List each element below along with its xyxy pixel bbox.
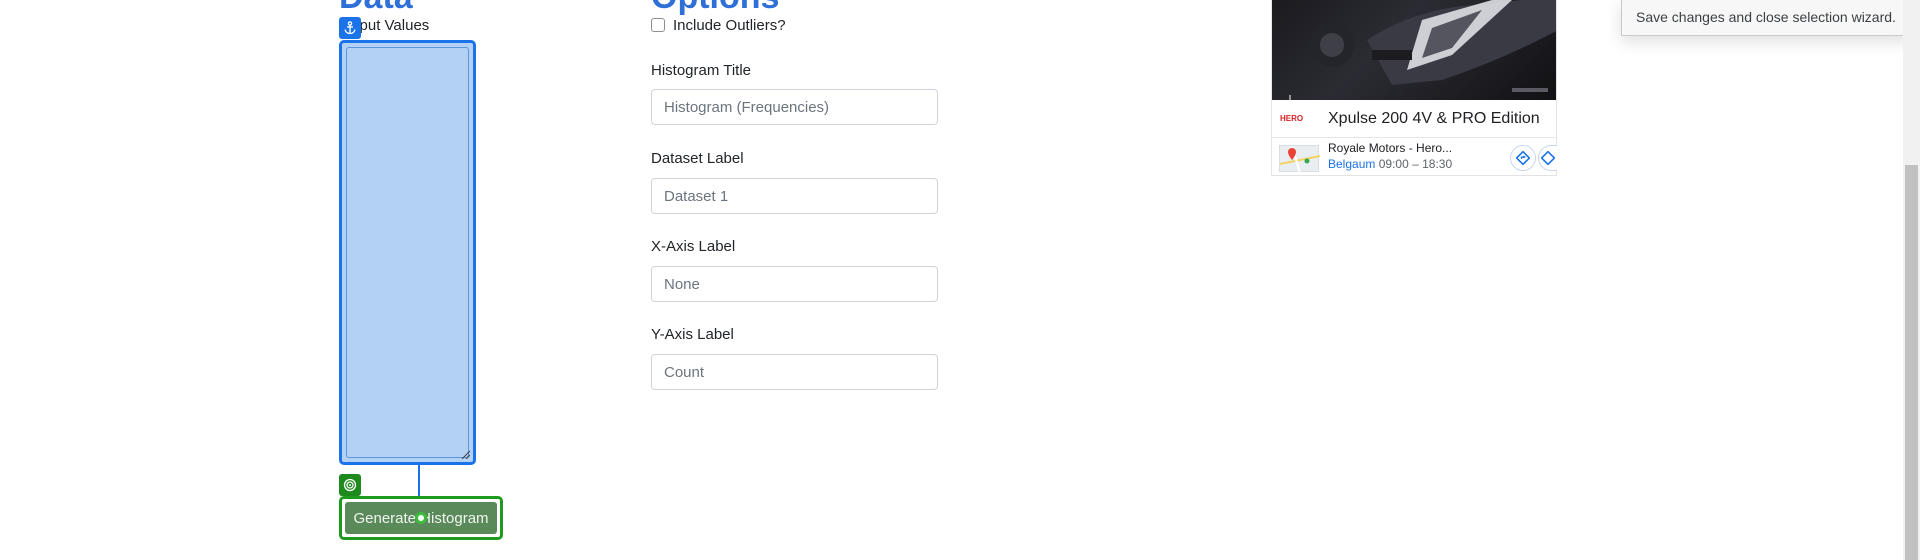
ad-image[interactable] [1272, 0, 1556, 100]
x-axis-label-input[interactable]: None [651, 266, 938, 302]
dealer-name[interactable]: Royale Motors - Hero... [1328, 141, 1452, 155]
histogram-title-label: Histogram Title [651, 62, 752, 79]
ad-title-row[interactable]: HERO Xpulse 200 4V & PRO Edition [1272, 100, 1556, 138]
include-outliers-checkbox[interactable] [651, 18, 665, 32]
dataset-label-label: Dataset Label [651, 150, 744, 167]
hero-logo: HERO [1280, 114, 1304, 123]
include-outliers-label: Include Outliers? [673, 17, 786, 34]
target-icon[interactable] [339, 474, 361, 496]
input-values-field[interactable] [346, 47, 469, 458]
directions-icon[interactable] [1510, 145, 1536, 171]
cursor-marker-icon [415, 512, 427, 524]
y-axis-label-label: Y-Axis Label [651, 326, 734, 343]
dataset-label-input[interactable]: Dataset 1 [651, 178, 938, 214]
dealer-meta: Belgaum 09:00 – 18:30 [1328, 157, 1452, 171]
y-axis-label-input[interactable]: Count [651, 354, 938, 390]
ad-title[interactable]: Xpulse 200 4V & PRO Edition [1328, 110, 1540, 128]
dealer-city[interactable]: Belgaum [1328, 157, 1375, 171]
data-heading: Data [339, 0, 413, 17]
anchor-icon[interactable] [339, 17, 361, 39]
options-heading: Options [651, 0, 779, 17]
selection-connector [418, 465, 420, 498]
x-axis-label-label: X-Axis Label [651, 238, 736, 255]
resize-handle-icon[interactable] [460, 449, 470, 459]
map-thumbnail[interactable] [1279, 145, 1321, 174]
scrollbar-thumb[interactable] [1905, 165, 1918, 560]
histogram-title-input[interactable]: Histogram (Frequencies) [651, 89, 938, 125]
dealer-hours: 09:00 – 18:30 [1378, 157, 1453, 171]
save-close-tooltip: Save changes and close selection wizard. [1621, 0, 1911, 36]
input-values-textarea[interactable] [339, 40, 476, 465]
directions-secondary-icon[interactable] [1538, 145, 1557, 171]
